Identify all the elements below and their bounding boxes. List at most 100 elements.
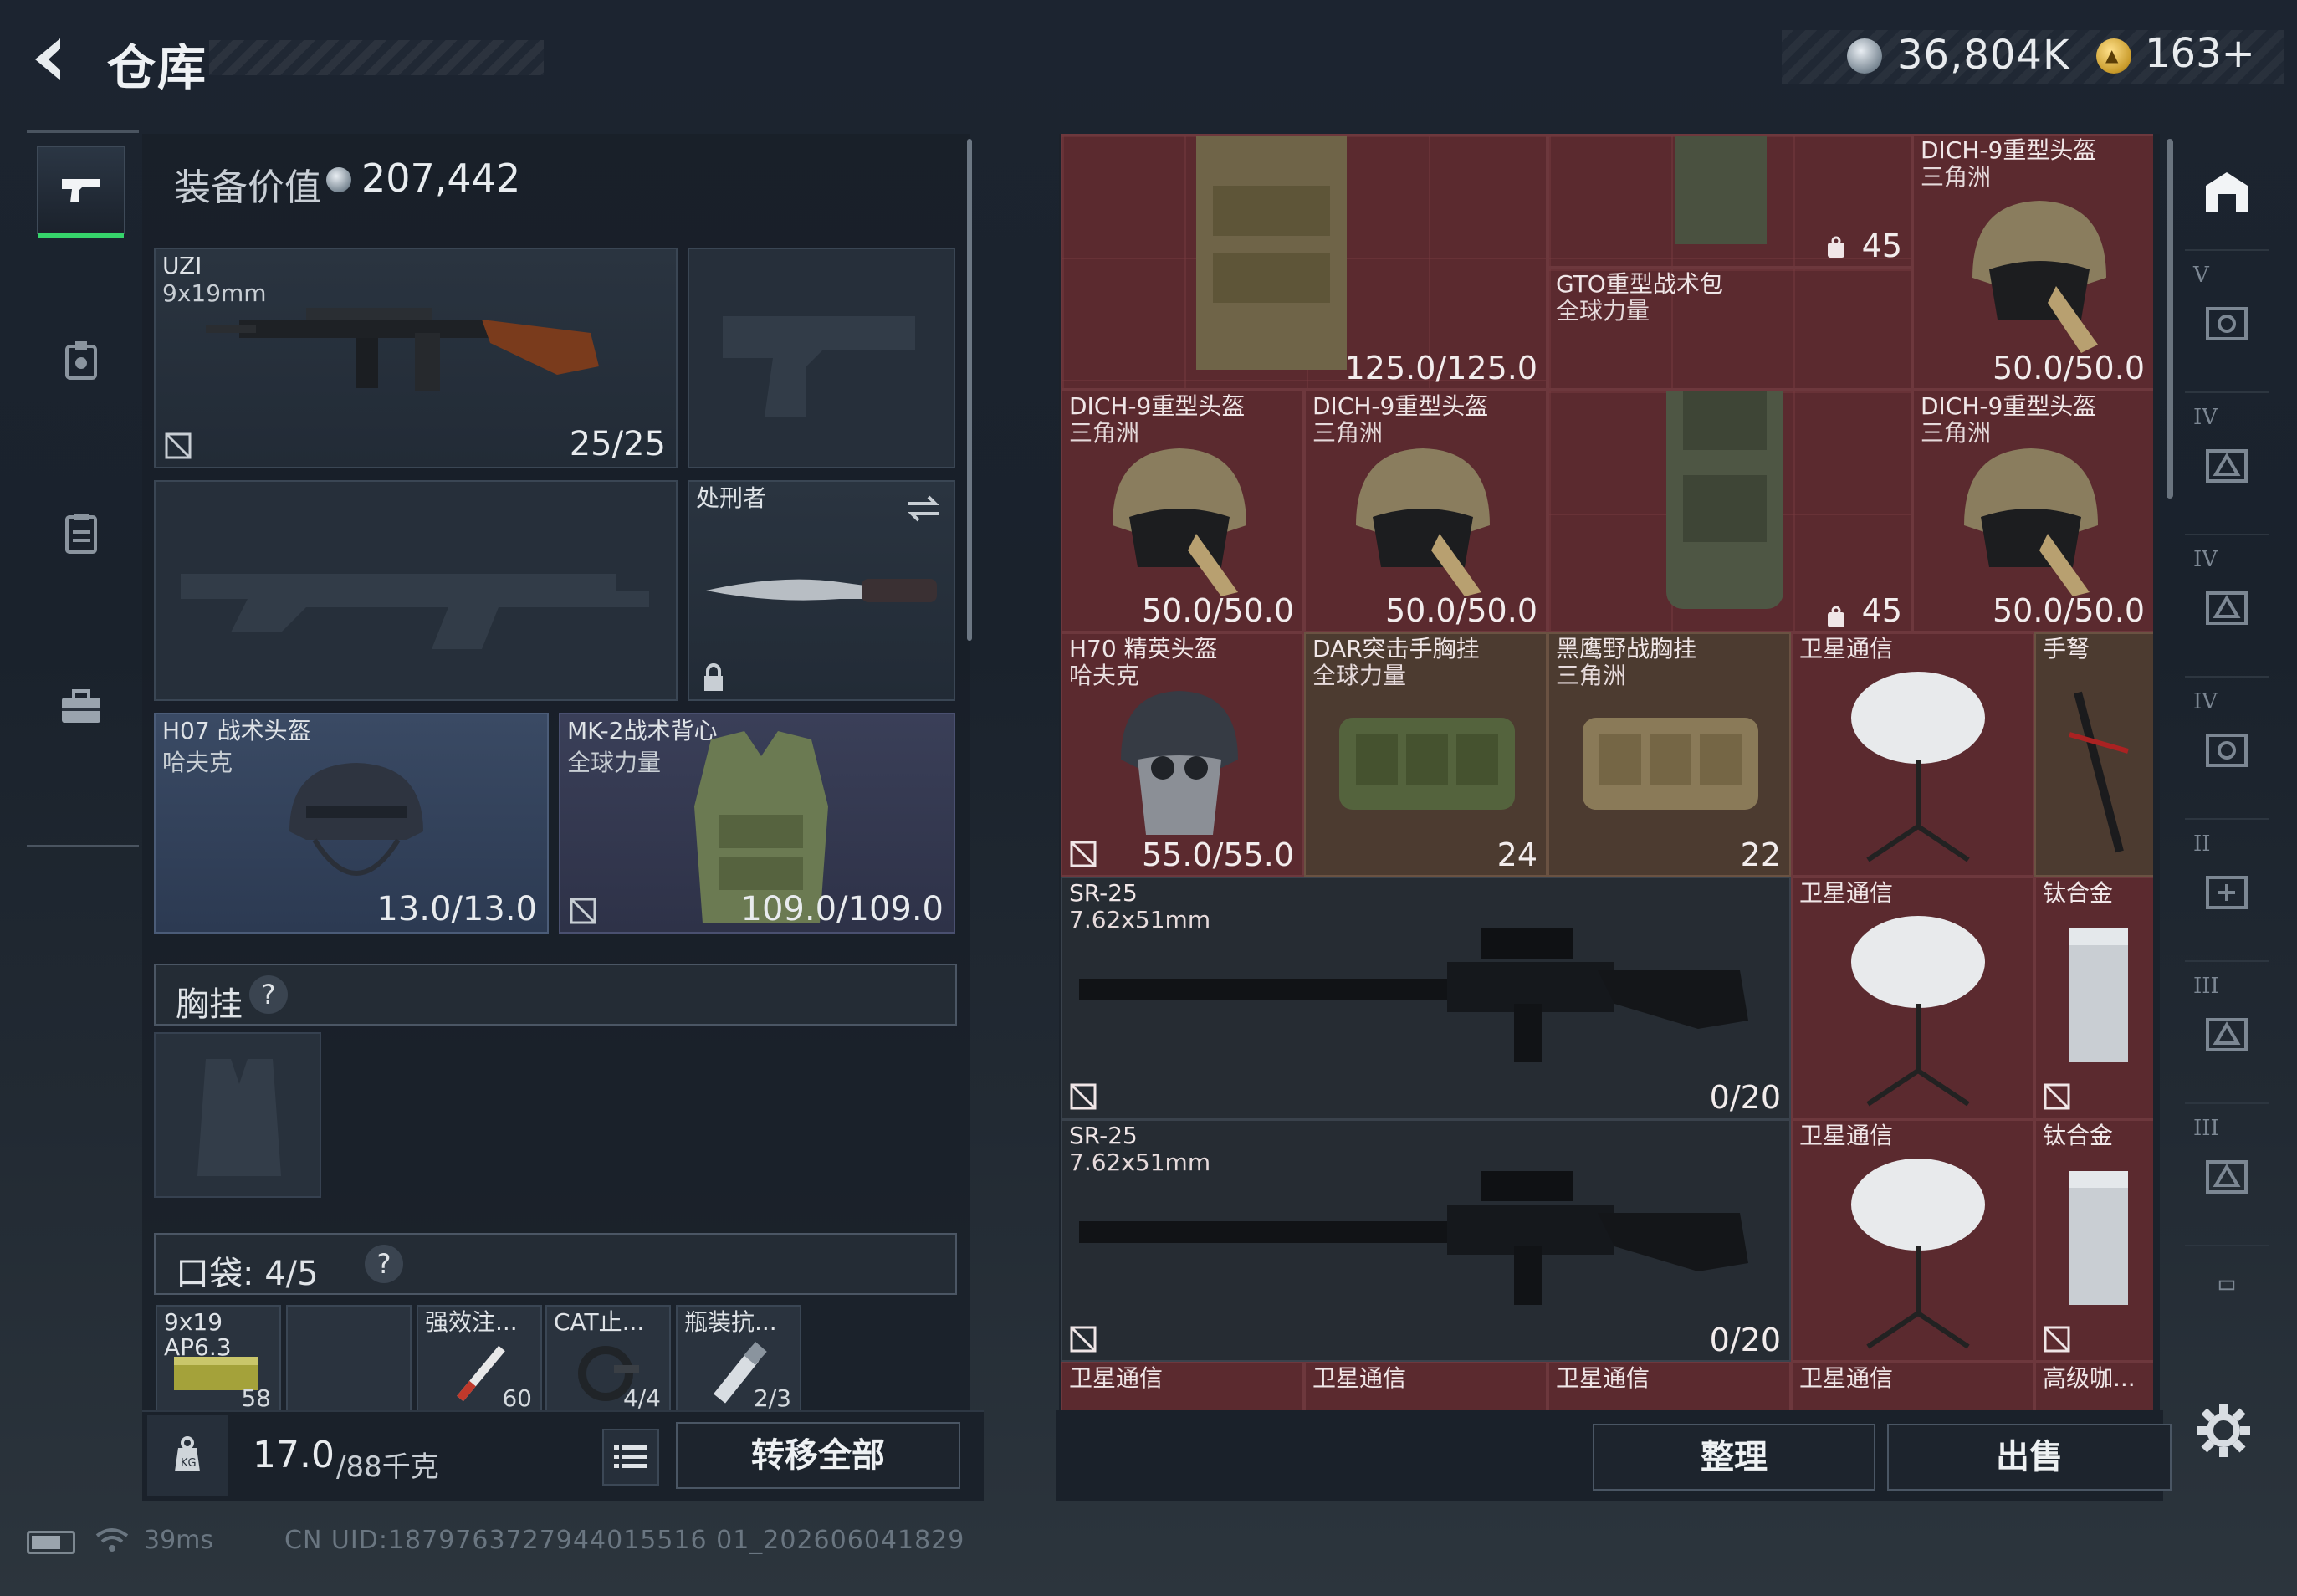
storage-item-sr25[interactable]: SR-25 7.62x51mm 0/20 xyxy=(1061,877,1791,1119)
pocket-slot-5[interactable]: 瓶装抗... 2/3 xyxy=(676,1305,801,1414)
category-nav xyxy=(27,130,139,850)
pocket-slot-2-empty[interactable] xyxy=(286,1305,412,1414)
pistol-silhouette-icon xyxy=(723,316,915,417)
rail-more[interactable] xyxy=(2185,1246,2269,1322)
battery-icon xyxy=(27,1531,75,1554)
weight-kg-icon: KG xyxy=(175,1436,200,1471)
storage-scrollbar[interactable] xyxy=(2167,139,2173,499)
pistol-slot-empty[interactable] xyxy=(688,248,955,468)
item-name: 卫星通信 xyxy=(1312,1364,1407,1392)
item-durability: 50.0/50.0 xyxy=(1992,350,2145,386)
pocket-slot-4[interactable]: CAT止... 4/4 xyxy=(545,1305,671,1414)
storage-item-satellite-comm[interactable]: 卫星通信 xyxy=(1791,632,2034,877)
rail-tier-4c[interactable]: IV xyxy=(2185,678,2269,820)
titanium-plate-image xyxy=(2069,928,2128,1062)
pistol-icon xyxy=(62,179,100,202)
rail-tier-2[interactable]: II xyxy=(2185,820,2269,962)
delta-coin-icon xyxy=(2096,38,2131,74)
storage-item-vest[interactable]: 125.0/125.0 xyxy=(1061,134,1548,390)
storage-item-gto-backpack[interactable]: 45 xyxy=(1548,390,1912,632)
storage-item-backpack-top[interactable]: 45 xyxy=(1548,134,1912,268)
storage-item-satellite-comm[interactable]: 卫星通信 xyxy=(1061,1362,1304,1414)
rail-tier-5[interactable]: V xyxy=(2185,251,2269,393)
item-name: SR-25 xyxy=(1069,879,1138,907)
storage-item-satellite-comm[interactable]: 卫星通信 xyxy=(1548,1362,1791,1414)
storage-item-satellite-comm[interactable]: 卫星通信 xyxy=(1791,1362,2034,1414)
item-box-icon xyxy=(2206,1018,2248,1051)
uninsured-icon xyxy=(1070,1083,1097,1110)
storage-item-sr25[interactable]: SR-25 7.62x51mm 0/20 xyxy=(1061,1119,1791,1362)
storage-item-satellite-comm[interactable]: 卫星通信 xyxy=(1304,1362,1548,1414)
helmet-image xyxy=(1356,448,1490,596)
weapon-caliber: 9x19mm xyxy=(162,279,267,307)
storage-item-backpack-name[interactable]: GTO重型战术包 全球力量 xyxy=(1548,268,1912,390)
melee-slot[interactable]: 处刑者 xyxy=(688,480,955,701)
rail-tier-3b[interactable]: III xyxy=(2185,1104,2269,1246)
pocket-item-sub: AP6.3 xyxy=(164,1333,232,1361)
tier-label: IV xyxy=(2193,689,2218,714)
chest-rig-image xyxy=(1583,718,1758,810)
storage-item-dich9-helmet[interactable]: DICH-9重型头盔 三角洲 50.0/50.0 xyxy=(1061,390,1304,632)
backpack-brand: 全球力量 xyxy=(1556,297,1650,325)
storage-item-titanium[interactable]: 钛合金 xyxy=(2034,877,2153,1119)
nav-armor-tag[interactable] xyxy=(37,316,125,405)
storage-item-dich9-helmet[interactable]: DICH-9重型头盔 三角洲 50.0/50.0 xyxy=(1304,390,1548,632)
equip-value: 207,442 xyxy=(361,156,521,201)
pocket-help-button[interactable]: ? xyxy=(365,1245,403,1283)
sr25-rifle-image xyxy=(1079,1171,1748,1305)
storage-item-dich9-helmet[interactable]: DICH-9重型头盔 三角洲 50.0/50.0 xyxy=(1912,390,2153,632)
uzi-image xyxy=(206,308,599,391)
primary-weapon-slot[interactable]: UZI 9x19mm 25/25 xyxy=(154,248,678,468)
storage-item-satellite-comm[interactable]: 卫星通信 xyxy=(1791,1119,2034,1362)
helmet-image xyxy=(289,763,423,876)
chest-help-button[interactable]: ? xyxy=(249,975,288,1014)
rail-tier-4a[interactable]: IV xyxy=(2185,393,2269,535)
secondary-weapon-slot-empty[interactable] xyxy=(154,480,678,701)
pocket-slot-3[interactable]: 强效注... 60 xyxy=(417,1305,542,1414)
sell-button[interactable]: 出售 xyxy=(1887,1424,2172,1491)
armor-slot[interactable]: MK-2战术背心 全球力量 109.0/109.0 xyxy=(559,713,955,934)
storage-item-h70-helmet[interactable]: H70 精英头盔 哈夫克 55.0/55.0 xyxy=(1061,632,1304,877)
storage-item-satellite-comm[interactable]: 卫星通信 xyxy=(1791,877,2034,1119)
item-name: DICH-9重型头盔 xyxy=(1921,136,2097,164)
helmet-slot[interactable]: H07 战术头盔 哈夫克 13.0/13.0 xyxy=(154,713,549,934)
item-brand: 三角洲 xyxy=(1312,419,1384,447)
nav-case[interactable] xyxy=(37,662,125,751)
nav-divider-bottom xyxy=(27,845,139,847)
item-name: 卫星通信 xyxy=(1069,1364,1164,1392)
item-brand: 哈夫克 xyxy=(1069,662,1140,689)
nav-clipboard[interactable] xyxy=(37,489,125,577)
storage-item-premium-coffee[interactable]: 高级咖... xyxy=(2034,1362,2153,1414)
transfer-all-button[interactable]: 转移全部 xyxy=(676,1422,960,1489)
sort-button[interactable]: 整理 xyxy=(1593,1424,1875,1491)
storage-item-blackhawk-chest-rig[interactable]: 黑鹰野战胸挂 三角洲 22 xyxy=(1548,632,1791,877)
pocket-section-header: 口袋: 4/5 ? xyxy=(154,1233,957,1295)
loadout-scrollbar[interactable] xyxy=(967,139,972,641)
chest-rig-slot-empty[interactable] xyxy=(154,1032,321,1198)
weight-button[interactable]: KG xyxy=(147,1415,228,1496)
item-caliber: 7.62x51mm xyxy=(1069,906,1211,934)
list-view-button[interactable] xyxy=(602,1429,659,1486)
item-name: SR-25 xyxy=(1069,1122,1138,1149)
pocket-slot-1[interactable]: 9x19 AP6.3 58 xyxy=(156,1305,281,1414)
rail-tier-4b[interactable]: IV xyxy=(2185,535,2269,678)
settings-button[interactable] xyxy=(2192,1399,2255,1462)
rail-tier-3a[interactable]: III xyxy=(2185,962,2269,1104)
storage-item-dar-chest-rig[interactable]: DAR突击手胸挂 全球力量 24 xyxy=(1304,632,1548,877)
storage-item-titanium[interactable]: 钛合金 xyxy=(2034,1119,2153,1362)
storage-grid: 125.0/125.0 45 DICH-9重型头盔 三角洲 50.0/50.0 … xyxy=(1061,134,2153,1414)
nav-weapons[interactable] xyxy=(37,146,125,238)
ping-value: 39ms xyxy=(144,1526,214,1555)
tier-label: V xyxy=(2193,263,2209,288)
rail-warehouse[interactable] xyxy=(2185,134,2269,251)
item-caliber: 7.62x51mm xyxy=(1069,1148,1211,1176)
back-button[interactable] xyxy=(23,30,90,89)
add-currency-button[interactable]: + xyxy=(2222,30,2255,77)
storage-item-dich9-helmet[interactable]: DICH-9重型头盔 三角洲 50.0/50.0 xyxy=(1912,134,2153,390)
crossbow-image xyxy=(2069,691,2129,853)
storage-item-crossbow[interactable]: 手弩 xyxy=(2034,632,2153,877)
uninsured-icon xyxy=(2044,1083,2070,1110)
briefcase-icon xyxy=(62,689,100,723)
premium-currency[interactable]: 163+ xyxy=(2145,30,2255,77)
swap-icon[interactable] xyxy=(905,494,942,524)
